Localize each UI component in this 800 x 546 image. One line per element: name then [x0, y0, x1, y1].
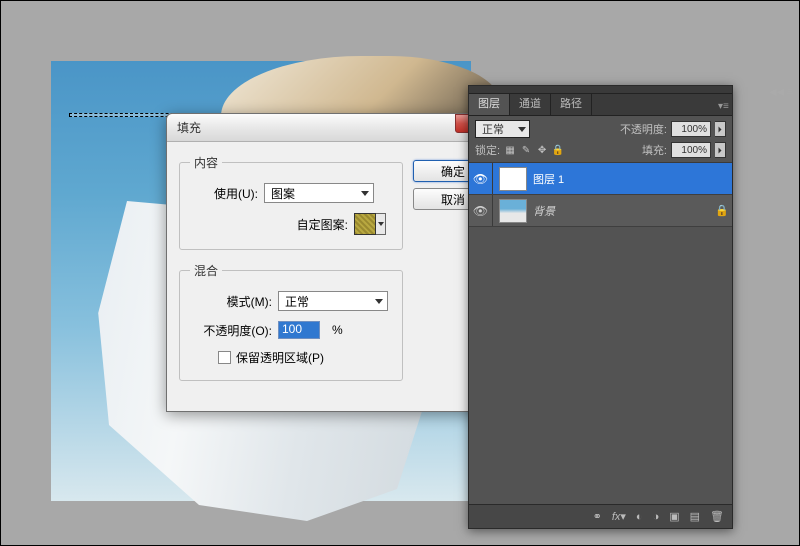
layer-item[interactable]: 👁 图层 1 [469, 163, 732, 195]
pattern-flyout-button[interactable] [376, 213, 386, 235]
opacity-input[interactable]: 100 [278, 321, 320, 339]
layer-thumbnail[interactable] [499, 167, 527, 191]
fill-dialog-title: 填充 [177, 119, 455, 136]
fill-flyout-button[interactable] [715, 142, 726, 158]
tab-layers[interactable]: 图层 [469, 91, 510, 115]
visibility-toggle[interactable]: 👁 [469, 195, 493, 226]
layer-list: 👁 图层 1 👁 背景 🔒 [469, 163, 732, 503]
folder-icon[interactable]: ▣ [669, 510, 679, 523]
mode-dropdown[interactable]: 正常 [278, 291, 388, 311]
layer-fill-label: 填充: [642, 142, 667, 158]
use-label: 使用(U): [190, 185, 258, 202]
mode-value: 正常 [285, 293, 309, 310]
link-layers-icon[interactable]: ⚭ [593, 510, 602, 523]
tab-channels[interactable]: 通道 [510, 91, 551, 115]
chevron-down-icon [518, 127, 526, 132]
preserve-transparency-checkbox[interactable] [218, 351, 231, 364]
layer-opacity-input[interactable]: 100% [671, 121, 711, 137]
layer-fill-input[interactable]: 100% [671, 142, 711, 158]
layer-mask-icon[interactable]: ◐ [636, 511, 643, 523]
layer-blend-mode-dropdown[interactable]: 正常 [475, 120, 530, 138]
eye-icon: 👁 [473, 172, 488, 186]
layer-name[interactable]: 背景 [533, 203, 712, 219]
layer-name[interactable]: 图层 1 [533, 171, 732, 187]
blend-fieldset: 混合 模式(M): 正常 不透明度(O): 100 % 保留透明区域(P) [179, 262, 403, 381]
chevron-down-icon [375, 299, 383, 304]
trash-icon[interactable]: 🗑 [710, 510, 724, 523]
chevron-down-icon [361, 191, 369, 196]
panel-tabs: 图层 通道 路径 ▾≡ [469, 94, 732, 116]
layers-panel: 图层 通道 路径 ▾≡ 正常 不透明度: 100% 锁定: ▦ ✎ ✥ 🔒 [468, 85, 733, 529]
lock-position-icon[interactable]: ✥ [535, 143, 549, 157]
blend-legend: 混合 [190, 262, 222, 279]
panel-footer: ⚭ fx▾ ◐ ◑ ▣ ▤ 🗑 [469, 504, 732, 528]
lock-label: 锁定: [475, 142, 500, 158]
opacity-label: 不透明度(O): [190, 322, 272, 339]
opacity-unit: % [332, 323, 343, 337]
lock-paint-icon[interactable]: ✎ [519, 143, 533, 157]
layer-blend-mode-value: 正常 [482, 121, 504, 137]
custom-pattern-label: 自定图案: [297, 216, 348, 233]
lock-transparency-icon[interactable]: ▦ [503, 143, 517, 157]
layer-opacity-label: 不透明度: [620, 121, 667, 137]
fill-dialog: 填充 ✕ 内容 使用(U): 图案 自定图案: [166, 113, 506, 412]
mode-label: 模式(M): [190, 293, 272, 310]
eye-icon: 👁 [473, 204, 488, 218]
preserve-transparency-label: 保留透明区域(P) [236, 349, 324, 366]
panel-collapse-arrows[interactable]: ◀◀ ≡ [769, 87, 793, 98]
pattern-swatch[interactable] [354, 213, 376, 235]
visibility-toggle[interactable]: 👁 [469, 163, 493, 194]
fx-icon[interactable]: fx▾ [612, 510, 626, 523]
lock-all-icon[interactable]: 🔒 [551, 143, 565, 157]
content-fieldset: 内容 使用(U): 图案 自定图案: [179, 154, 403, 250]
opacity-flyout-button[interactable] [715, 121, 726, 137]
layer-thumbnail[interactable] [499, 199, 527, 223]
lock-icon: 🔒 [712, 204, 732, 217]
panel-menu-button[interactable]: ▾≡ [714, 98, 732, 115]
fill-dialog-titlebar[interactable]: 填充 ✕ [167, 114, 505, 142]
layer-item[interactable]: 👁 背景 🔒 [469, 195, 732, 227]
content-legend: 内容 [190, 154, 222, 171]
use-dropdown[interactable]: 图案 [264, 183, 374, 203]
adjustment-layer-icon[interactable]: ◑ [653, 511, 660, 523]
new-layer-icon[interactable]: ▤ [690, 510, 700, 523]
tab-paths[interactable]: 路径 [551, 91, 592, 115]
panel-grip[interactable] [469, 86, 732, 94]
use-value: 图案 [271, 185, 295, 202]
